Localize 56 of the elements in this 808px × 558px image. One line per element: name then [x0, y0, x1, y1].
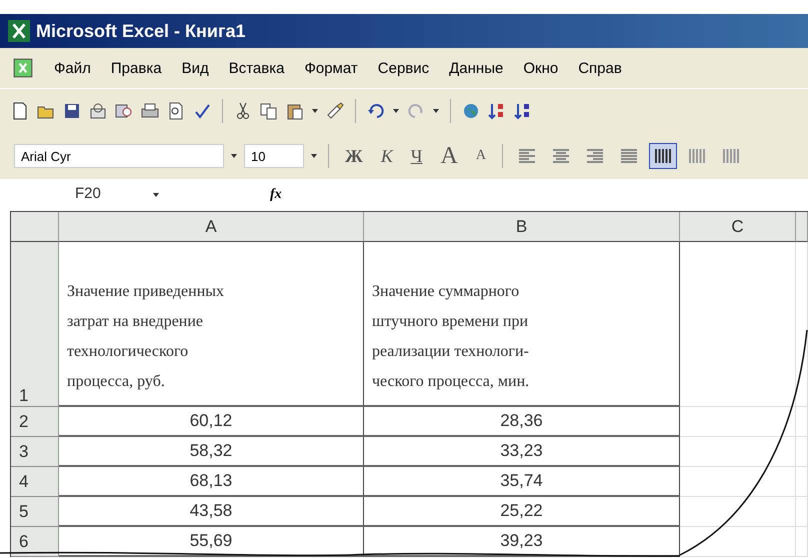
table-cell: 28,36 — [364, 407, 680, 437]
table-cell: 58,32 — [59, 437, 364, 467]
grow-font-button[interactable]: A — [434, 142, 464, 170]
menu-item[interactable]: Правка — [110, 60, 162, 76]
column-header[interactable]: A — [59, 212, 364, 242]
save-icon[interactable] — [62, 101, 82, 121]
workbook-icon[interactable] — [12, 57, 34, 79]
insert-function-button[interactable]: fx — [270, 187, 282, 203]
table-cell — [796, 527, 808, 557]
italic-button[interactable]: К — [374, 146, 399, 166]
row-header[interactable]: 5 — [11, 497, 59, 527]
column-header[interactable]: C — [680, 212, 796, 242]
undo-icon[interactable] — [366, 101, 386, 121]
table-cell: Значение суммарного штучного времени при реализации технологи- ческого процесса, мин. — [364, 242, 680, 407]
table-cell: 68,13 — [59, 467, 364, 497]
table-cell — [796, 497, 808, 527]
shrink-font-button[interactable]: A — [470, 148, 492, 164]
table-cell: 33,23 — [364, 437, 680, 467]
copy-icon[interactable] — [259, 101, 279, 121]
distributed-icon[interactable] — [648, 143, 677, 169]
name-box[interactable]: F20 — [75, 185, 101, 205]
menu-item[interactable]: Вставка — [228, 60, 284, 76]
row-header[interactable]: 6 — [11, 527, 59, 557]
menu-item[interactable]: Файл — [54, 60, 91, 76]
table-cell: 43,58 — [59, 497, 364, 527]
row-header[interactable]: 3 — [11, 437, 59, 467]
menu-item[interactable]: Формат — [304, 60, 358, 76]
table-cell — [796, 407, 808, 437]
row-header[interactable]: 2 — [11, 407, 59, 437]
font-size-field[interactable]: 10 — [244, 144, 304, 168]
table-cell — [796, 437, 808, 467]
table-cell: 25,22 — [364, 497, 680, 527]
window-title: Microsoft Excel - Книга1 — [36, 20, 246, 42]
table-cell — [796, 467, 808, 497]
menu-item[interactable]: Справ — [578, 60, 622, 76]
font-field[interactable]: Arial Cyr — [14, 144, 224, 168]
format-painter-icon[interactable] — [325, 101, 345, 121]
table-cell: 35,74 — [364, 467, 680, 497]
column-header[interactable]: B — [364, 212, 680, 242]
menu-item[interactable]: Вид — [182, 60, 209, 76]
permission-icon[interactable] — [88, 101, 108, 121]
underline-button[interactable]: Ч — [404, 146, 428, 166]
select-all-corner[interactable] — [11, 212, 59, 242]
menu-item[interactable]: Окно — [523, 60, 558, 76]
table-cell: 39,23 — [364, 527, 680, 557]
menu-item[interactable]: Данные — [449, 60, 504, 76]
app-icon — [8, 20, 30, 42]
menu-item[interactable]: Сервис — [378, 60, 430, 76]
globe-icon[interactable] — [461, 101, 481, 121]
column-header[interactable] — [796, 212, 808, 242]
table-cell: 60,12 — [59, 407, 364, 437]
row-header[interactable]: 1 — [11, 242, 59, 407]
table-cell: 55,69 — [59, 527, 364, 557]
bold-button[interactable]: Ж — [339, 146, 369, 166]
row-header[interactable]: 4 — [11, 467, 59, 497]
table-cell: Значение приведенных затрат на внедрение технологического процесса, руб. — [59, 242, 364, 407]
